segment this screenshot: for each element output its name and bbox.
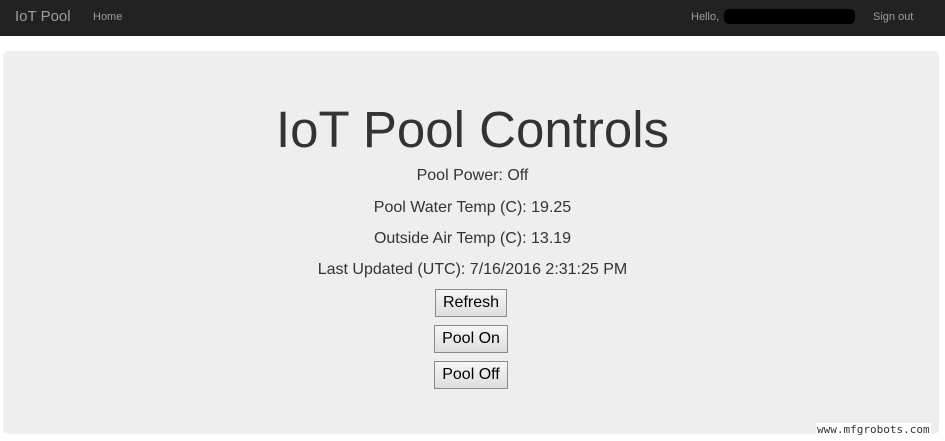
sign-out-link[interactable]: Sign out (873, 10, 913, 24)
top-navbar: IoT Pool Home Hello, Sign out (0, 0, 945, 36)
watermark-text: www.mfgrobots.com (816, 423, 931, 437)
nav-home-link[interactable]: Home (93, 10, 122, 24)
pool-off-button[interactable]: Pool Off (434, 361, 508, 389)
brand-link[interactable]: IoT Pool (15, 8, 71, 26)
air-temp-reading: Outside Air Temp (C): 13.19 (373, 230, 572, 247)
pool-on-button[interactable]: Pool On (434, 325, 508, 353)
water-temp-reading: Pool Water Temp (C): 19.25 (373, 199, 572, 216)
refresh-button[interactable]: Refresh (435, 289, 507, 317)
redacted-username (724, 9, 855, 24)
user-greeting-link[interactable]: Hello, (691, 10, 719, 24)
last-updated-text: Last Updated (UTC): 7/16/2016 2:31:25 PM (317, 261, 628, 278)
pool-power-status: Pool Power: Off (416, 167, 529, 184)
page-title: IoT Pool Controls (275, 101, 670, 158)
